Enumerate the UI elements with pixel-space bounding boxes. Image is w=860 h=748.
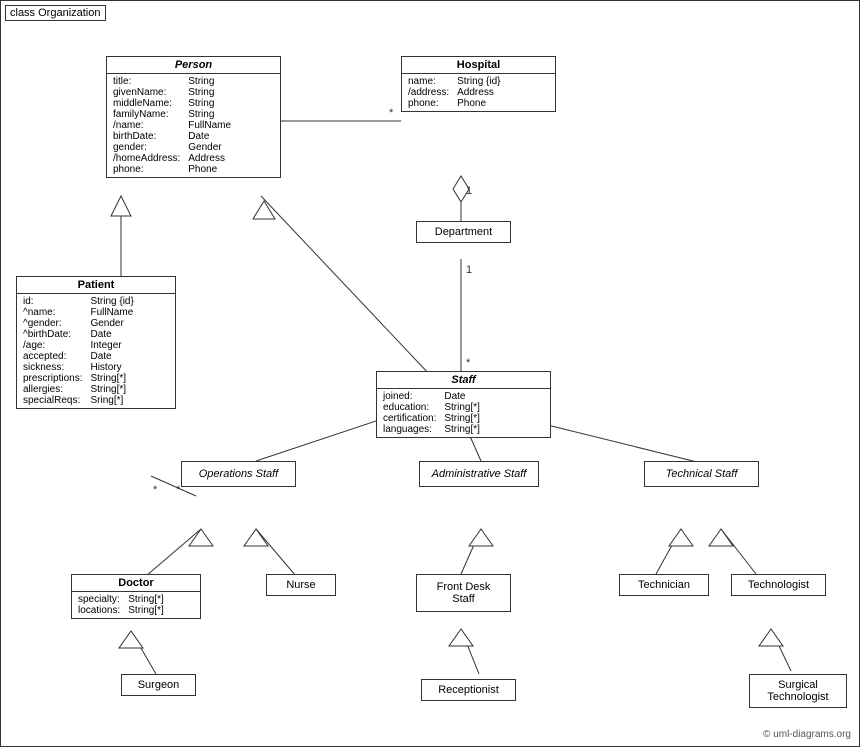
department-class: Department bbox=[416, 221, 511, 243]
svg-text:*: * bbox=[153, 484, 158, 496]
receptionist-class: Receptionist bbox=[421, 679, 516, 701]
svg-text:1: 1 bbox=[466, 264, 472, 276]
technologist-class: Technologist bbox=[731, 574, 826, 596]
front-desk-staff-class: Front Desk Staff bbox=[416, 574, 511, 612]
patient-body: id: ^name: ^gender: ^birthDate: /age: ac… bbox=[17, 294, 175, 408]
technical-staff-class: Technical Staff bbox=[644, 461, 759, 487]
nurse-class: Nurse bbox=[266, 574, 336, 596]
person-header: Person bbox=[107, 57, 280, 74]
staff-class: Staff joined: education: certification: … bbox=[376, 371, 551, 438]
administrative-staff-class: Administrative Staff bbox=[419, 461, 539, 487]
patient-header: Patient bbox=[17, 277, 175, 294]
surgical-technologist-class: Surgical Technologist bbox=[749, 674, 847, 708]
surgeon-class: Surgeon bbox=[121, 674, 196, 696]
person-class: Person title: givenName: middleName: fam… bbox=[106, 56, 281, 178]
hospital-class: Hospital name: /address: phone: String {… bbox=[401, 56, 556, 112]
operations-staff-class: Operations Staff bbox=[181, 461, 296, 487]
staff-body: joined: education: certification: langua… bbox=[377, 389, 550, 437]
doctor-body: specialty: locations: String[*] String[*… bbox=[72, 592, 200, 618]
technician-class: Technician bbox=[619, 574, 709, 596]
svg-text:*: * bbox=[466, 357, 471, 369]
diagram-title: class Organization bbox=[5, 5, 106, 21]
person-body: title: givenName: middleName: familyName… bbox=[107, 74, 280, 177]
staff-header: Staff bbox=[377, 372, 550, 389]
hospital-body: name: /address: phone: String {id} Addre… bbox=[402, 74, 555, 111]
svg-text:1: 1 bbox=[466, 185, 472, 197]
copyright: © uml-diagrams.org bbox=[763, 729, 851, 740]
doctor-header: Doctor bbox=[72, 575, 200, 592]
hospital-header: Hospital bbox=[402, 57, 555, 74]
patient-class: Patient id: ^name: ^gender: ^birthDate: … bbox=[16, 276, 176, 409]
svg-text:*: * bbox=[389, 107, 394, 119]
doctor-class: Doctor specialty: locations: String[*] S… bbox=[71, 574, 201, 619]
uml-diagram: class Organization * * 1 * 1 * bbox=[0, 0, 860, 747]
